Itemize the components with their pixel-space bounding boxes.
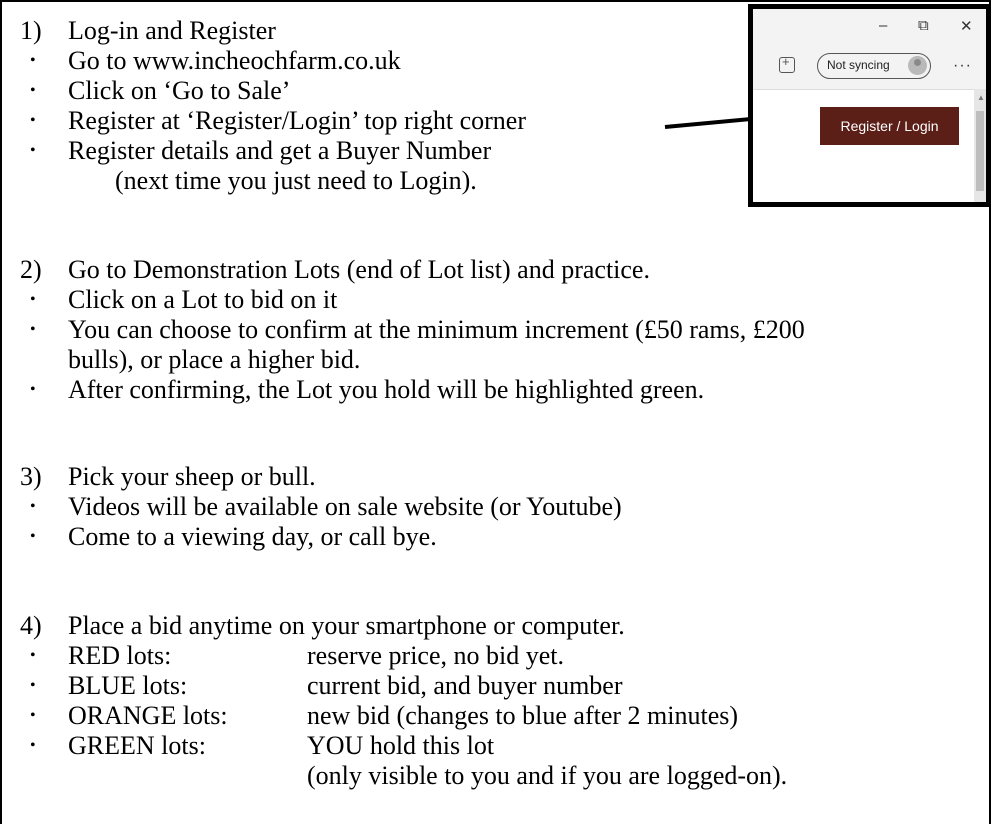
more-options-icon[interactable]: ··· xyxy=(953,57,972,75)
sync-status-button[interactable]: Not syncing xyxy=(817,53,931,79)
restore-icon[interactable]: ⧉ xyxy=(918,17,929,34)
scrollbar[interactable]: ▲ xyxy=(974,89,986,202)
close-icon[interactable]: ✕ xyxy=(960,17,973,35)
scrollbar-thumb[interactable] xyxy=(976,111,984,191)
collections-icon[interactable] xyxy=(779,54,795,73)
window-titlebar: – ⧉ ✕ xyxy=(753,9,986,45)
scroll-up-icon[interactable]: ▲ xyxy=(977,93,985,102)
browser-screenshot-inset: – ⧉ ✕ Not syncing ··· Register / Login ▲ xyxy=(748,4,991,207)
avatar-icon xyxy=(908,56,927,75)
register-login-button[interactable]: Register / Login xyxy=(820,107,959,145)
minimize-icon[interactable]: – xyxy=(879,17,887,34)
browser-toolbar: Not syncing ··· xyxy=(753,45,986,90)
sync-status-label: Not syncing xyxy=(827,58,890,72)
